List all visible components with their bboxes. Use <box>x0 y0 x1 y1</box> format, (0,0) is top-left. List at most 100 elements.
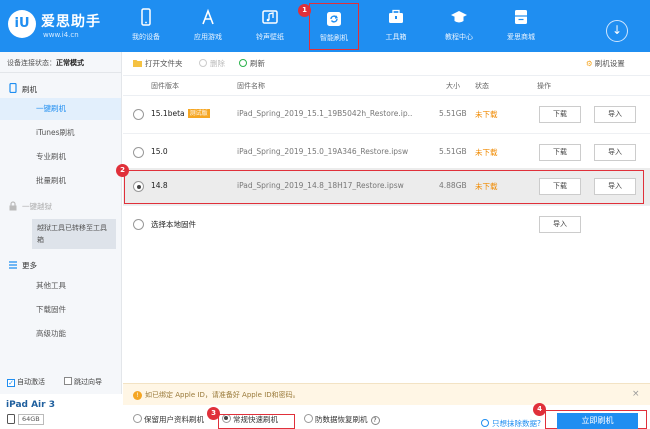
download-icon: ↓ <box>611 23 623 37</box>
music-icon <box>262 10 278 24</box>
sidebar-item-advanced[interactable]: 高级功能 <box>0 323 121 345</box>
flash-group-icon <box>9 83 17 93</box>
firmware-radio[interactable] <box>133 219 144 230</box>
firmware-radio[interactable] <box>133 147 144 158</box>
flash-settings-label: 刷机设置 <box>594 59 625 68</box>
radio-icon <box>304 414 313 423</box>
nav-label: 爱思商城 <box>507 33 535 41</box>
import-button[interactable]: 导入 <box>594 106 636 123</box>
erase-data-link[interactable]: 只想抹除数据? <box>481 418 541 429</box>
delete-icon <box>199 59 207 67</box>
firmware-status: 未下载 <box>475 110 498 119</box>
app-name: 爱思助手 <box>41 14 101 30</box>
mode-anti-recovery[interactable]: 防数据恢复刷机? <box>304 414 380 425</box>
divider <box>0 72 122 73</box>
firmware-size: 5.51GB <box>439 109 467 118</box>
skip-guide-checkbox[interactable]: 跳过向导 <box>64 377 102 387</box>
graduation-cap-icon <box>451 11 467 23</box>
table-row[interactable]: 15.1beta 测试版 iPad_Spring_2019_15.1_19B504… <box>123 96 650 134</box>
flash-settings-button[interactable]: ⚙ 刷机设置 <box>586 58 625 69</box>
apple-id-notice: ! 如已绑定 Apple ID，请准备好 Apple ID和密码。 × <box>123 383 650 405</box>
nav-toolbox[interactable]: 工具箱 <box>364 2 428 48</box>
firmware-radio[interactable] <box>133 109 144 120</box>
folder-icon <box>133 60 142 67</box>
sidebar-item-other-tools[interactable]: 其他工具 <box>0 275 121 297</box>
mode-keep-data[interactable]: 保留用户资料刷机 <box>133 414 204 425</box>
erase-link-label: 只想抹除数据? <box>492 419 541 428</box>
nav-apps-games[interactable]: 应用游戏 <box>176 2 240 48</box>
step-marker-3: 3 <box>207 407 220 420</box>
sidebar-item-itunes-flash[interactable]: iTunes刷机 <box>0 122 121 144</box>
status-prefix: 设备连接状态： <box>7 59 56 67</box>
connection-status: 设备连接状态：正常模式 <box>7 58 84 68</box>
nav-label: 我的设备 <box>132 33 160 41</box>
sidebar-item-batch-flash[interactable]: 批量刷机 <box>0 170 121 192</box>
auto-activate-checkbox[interactable]: ✓ 自动激活 <box>7 377 45 387</box>
import-button[interactable]: 导入 <box>539 216 581 233</box>
nav-label: 智能刷机 <box>320 34 348 42</box>
fast-flash-highlight <box>218 414 295 429</box>
info-icon <box>481 419 489 427</box>
table-row-local-firmware[interactable]: 选择本地固件 导入 <box>123 206 650 244</box>
beta-badge: 测试版 <box>187 109 210 118</box>
local-firmware-label: 选择本地固件 <box>151 220 196 229</box>
step-marker-2: 2 <box>116 164 129 177</box>
top-navigation-bar: iU 爱思助手 www.i4.cn 我的设备 应用游戏 铃声壁纸 智能刷机 工具… <box>0 0 650 52</box>
help-icon[interactable]: ? <box>370 416 380 425</box>
sidebar-group-flash: 刷机 <box>22 85 37 94</box>
refresh-icon <box>327 12 341 26</box>
nav-label: 铃声壁纸 <box>256 33 284 41</box>
store-icon <box>515 10 527 24</box>
nav-tutorials[interactable]: 教程中心 <box>427 2 491 48</box>
open-folder-label: 打开文件夹 <box>145 59 183 68</box>
firmware-status: 未下载 <box>475 148 498 157</box>
nav-my-device[interactable]: 我的设备 <box>114 2 178 48</box>
open-folder-button[interactable]: 打开文件夹 <box>133 58 183 69</box>
jailbreak-moved-note: 越狱工具已转移至工具箱 <box>32 219 116 249</box>
version-text: 15.1beta <box>151 109 185 118</box>
download-manager-button[interactable]: ↓ <box>606 20 628 42</box>
skip-guide-label: 跳过向导 <box>74 378 102 386</box>
column-size: 大小 <box>446 82 460 90</box>
device-capacity: 64GB <box>18 414 44 425</box>
refresh-label: 刷新 <box>250 59 265 68</box>
mode-recover-label: 防数据恢复刷机 <box>315 415 368 424</box>
notice-text: 如已绑定 Apple ID，请准备好 Apple ID和密码。 <box>145 391 300 399</box>
status-value: 正常模式 <box>56 59 84 67</box>
appstore-icon <box>202 8 214 25</box>
toolbar: 打开文件夹 删除 刷新 ⚙ 刷机设置 <box>123 52 650 76</box>
checkbox-empty-icon <box>64 377 72 385</box>
firmware-version: 15.0 <box>151 147 168 156</box>
sidebar-group-more: 更多 <box>22 261 37 270</box>
app-url: www.i4.cn <box>43 31 79 39</box>
radio-icon <box>133 414 142 423</box>
nav-store[interactable]: 爱思商城 <box>489 2 553 48</box>
table-row[interactable]: 15.0 iPad_Spring_2019_15.0_19A346_Restor… <box>123 134 650 172</box>
download-button[interactable]: 下载 <box>539 144 581 161</box>
step-marker-1: 1 <box>298 4 311 17</box>
device-panel[interactable]: iPad Air 3 64GB <box>0 394 122 429</box>
selected-row-highlight <box>124 170 644 204</box>
notice-text-wrap: ! 如已绑定 Apple ID，请准备好 Apple ID和密码。 <box>133 390 300 400</box>
import-button[interactable]: 导入 <box>594 144 636 161</box>
sidebar-item-pro-flash[interactable]: 专业刷机 <box>0 146 121 168</box>
toolbox-icon <box>389 9 403 23</box>
phone-icon <box>141 8 151 26</box>
sidebar-item-download-firmware[interactable]: 下载固件 <box>0 299 121 321</box>
nav-smart-flash[interactable]: 智能刷机 <box>309 3 359 50</box>
auto-activate-label: 自动激活 <box>17 378 45 386</box>
column-action: 操作 <box>537 82 551 90</box>
flash-now-button[interactable]: 立即刷机 <box>557 413 638 429</box>
delete-button[interactable]: 删除 <box>199 58 225 69</box>
device-name: iPad Air 3 <box>6 400 55 410</box>
refresh-icon <box>239 59 247 67</box>
step-marker-4: 4 <box>533 403 546 416</box>
close-icon[interactable]: × <box>632 389 640 399</box>
sidebar-item-one-click-flash[interactable]: 一键刷机 <box>0 98 121 120</box>
nav-label: 教程中心 <box>445 33 473 41</box>
column-status: 状态 <box>475 82 489 90</box>
nav-ringtones-wallpapers[interactable]: 铃声壁纸 <box>238 2 302 48</box>
refresh-button[interactable]: 刷新 <box>239 58 265 69</box>
download-button[interactable]: 下载 <box>539 106 581 123</box>
firmware-name: iPad_Spring_2019_15.1_19B5042h_Restore.i… <box>237 109 412 118</box>
